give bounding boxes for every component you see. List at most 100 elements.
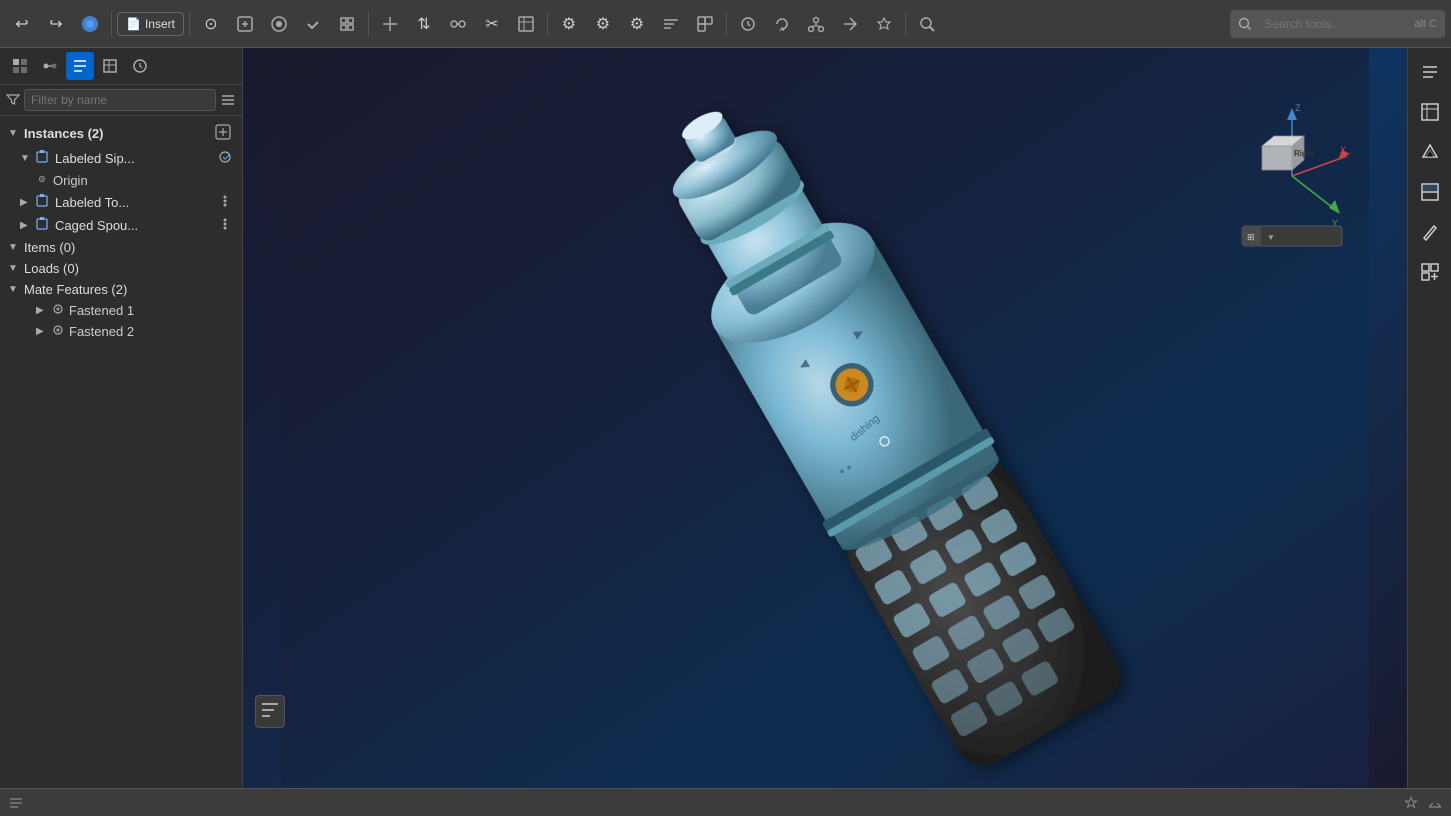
loads-label: Loads (0) <box>24 261 79 276</box>
tool-18[interactable] <box>732 8 764 40</box>
search-icon <box>1238 17 1252 31</box>
fastened-2-expand: ▶ <box>36 326 48 337</box>
tool-19[interactable] <box>766 8 798 40</box>
tool-17[interactable] <box>689 8 721 40</box>
orientation-widget[interactable]: Z X Y Right <box>1232 96 1352 256</box>
fastened-1-icon <box>52 303 64 318</box>
right-panel-view3d[interactable] <box>1412 134 1448 170</box>
3d-viewport[interactable]: dishing ● ● Z X Y <box>243 48 1407 788</box>
tool-4[interactable] <box>229 8 261 40</box>
tool-20[interactable] <box>800 8 832 40</box>
separator-2 <box>189 12 190 36</box>
fastened-2-icon <box>52 324 64 339</box>
search-box: alt C <box>1230 10 1445 38</box>
undo-button[interactable]: ↩ <box>6 8 38 40</box>
items-header[interactable]: ▼ Items (0) <box>0 237 242 258</box>
separator-1 <box>111 12 112 36</box>
tool-10[interactable] <box>442 8 474 40</box>
fastened-1-expand: ▶ <box>36 305 48 316</box>
separator-3 <box>368 12 369 36</box>
labeled-to-action[interactable] <box>216 194 234 211</box>
tool-23[interactable] <box>911 8 943 40</box>
instances-add-button[interactable] <box>212 123 234 144</box>
tool-5[interactable] <box>263 8 295 40</box>
filter-row <box>0 85 242 116</box>
tree-origin[interactable]: Origin <box>0 170 242 191</box>
right-panel-extra[interactable] <box>1412 254 1448 290</box>
statusbar-scale-icon <box>1427 795 1443 811</box>
redo-button[interactable]: ↪ <box>40 8 72 40</box>
mate-features-label: Mate Features (2) <box>24 282 127 297</box>
tool-14[interactable]: ⚙ <box>587 8 619 40</box>
sidebar-mode-4[interactable] <box>96 52 124 80</box>
statusbar-right-icon <box>1403 795 1419 811</box>
tool-3[interactable]: ⊙ <box>195 8 227 40</box>
tree-labeled-to[interactable]: ▶ Labeled To... <box>0 191 242 214</box>
right-panel-section[interactable] <box>1412 174 1448 210</box>
svg-text:⊞: ⊞ <box>1247 232 1255 242</box>
instances-header[interactable]: ▼ Instances (2) <box>0 120 242 147</box>
loads-header[interactable]: ▼ Loads (0) <box>0 258 242 279</box>
tree-labeled-sip[interactable]: ▼ Labeled Sip... <box>0 147 242 170</box>
svg-text:▼: ▼ <box>1267 233 1275 242</box>
home-button[interactable] <box>74 8 106 40</box>
insert-button[interactable]: 📄 Insert <box>117 12 184 36</box>
labeled-to-expand: ▶ <box>20 197 32 208</box>
sidebar-filter-input[interactable] <box>24 89 216 111</box>
sidebar-mode-2[interactable] <box>36 52 64 80</box>
origin-icon <box>36 173 48 188</box>
right-panel-sketch[interactable] <box>1412 214 1448 250</box>
fastened-1-label: Fastened 1 <box>69 303 134 318</box>
instances-label: Instances (2) <box>24 126 103 141</box>
toolbar: ↩ ↪ 📄 Insert ⊙ ⇅ ✂ ⚙ ⚙ ⚙ <box>0 0 1451 48</box>
insert-icon: 📄 <box>126 17 141 31</box>
tool-22[interactable] <box>868 8 900 40</box>
sidebar: ▼ Instances (2) ▼ Labeled Sip... <box>0 48 243 788</box>
statusbar <box>0 788 1451 816</box>
items-expand: ▼ <box>8 242 20 253</box>
right-panel-properties[interactable] <box>1412 54 1448 90</box>
tool-13[interactable]: ⚙ <box>553 8 585 40</box>
search-shortcut: alt C <box>1414 18 1437 30</box>
right-panel <box>1407 48 1451 788</box>
list-view-icon[interactable] <box>220 92 236 108</box>
tree-fastened-2[interactable]: ▶ Fastened 2 <box>0 321 242 342</box>
tool-9[interactable]: ⇅ <box>408 8 440 40</box>
labeled-sip-icon <box>36 150 50 167</box>
origin-label: Origin <box>53 173 88 188</box>
mate-features-header[interactable]: ▼ Mate Features (2) <box>0 279 242 300</box>
sidebar-mode-1[interactable] <box>6 52 34 80</box>
toolbar-search-input[interactable] <box>1258 14 1408 34</box>
tool-16[interactable] <box>655 8 687 40</box>
labeled-to-icon <box>36 194 50 211</box>
tool-15[interactable]: ⚙ <box>621 8 653 40</box>
fastened-2-label: Fastened 2 <box>69 324 134 339</box>
labeled-sip-label: Labeled Sip... <box>55 151 135 166</box>
viewport-panel-toggle[interactable] <box>255 695 285 728</box>
tree-fastened-1[interactable]: ▶ Fastened 1 <box>0 300 242 321</box>
tool-8[interactable] <box>374 8 406 40</box>
caged-spou-action[interactable] <box>216 217 234 234</box>
separator-4 <box>547 12 548 36</box>
tool-12[interactable] <box>510 8 542 40</box>
tree-caged-spou[interactable]: ▶ Caged Spou... <box>0 214 242 237</box>
separator-6 <box>905 12 906 36</box>
feature-tree: ▼ Instances (2) ▼ Labeled Sip... <box>0 116 242 788</box>
caged-spou-icon <box>36 217 50 234</box>
svg-text:Right: Right <box>1294 149 1315 158</box>
right-panel-view2d[interactable] <box>1412 94 1448 130</box>
tool-21[interactable] <box>834 8 866 40</box>
view-cube-area: Z X Y Right <box>1232 96 1352 256</box>
tool-11[interactable]: ✂ <box>476 8 508 40</box>
labeled-sip-action[interactable] <box>216 150 234 167</box>
tool-7[interactable] <box>331 8 363 40</box>
mate-features-expand: ▼ <box>8 284 20 295</box>
sidebar-mode-3[interactable] <box>66 52 94 80</box>
labeled-sip-expand: ▼ <box>20 153 32 164</box>
tool-6[interactable] <box>297 8 329 40</box>
insert-label: Insert <box>145 17 175 31</box>
sidebar-mode-5[interactable] <box>126 52 154 80</box>
svg-text:Z: Z <box>1295 103 1301 113</box>
items-label: Items (0) <box>24 240 75 255</box>
instances-expand: ▼ <box>8 128 20 139</box>
